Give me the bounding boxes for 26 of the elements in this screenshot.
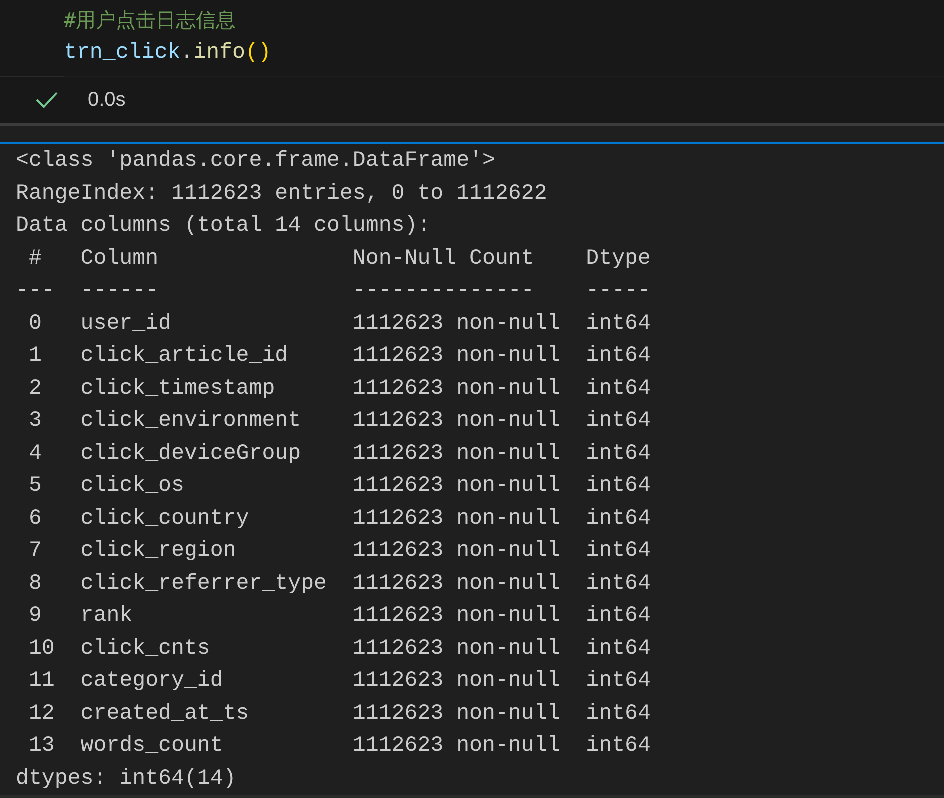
output-line: dtypes: int64(14) bbox=[16, 766, 236, 792]
brackets: () bbox=[245, 40, 272, 67]
output-line: 0 user_id 1112623 non-null int64 bbox=[28, 310, 651, 338]
output-line: 10 click_cnts 1112623 non-null int64 bbox=[28, 636, 651, 662]
dot-operator: . bbox=[180, 40, 194, 67]
output-line: 9 rank 1112623 non-null int64 bbox=[28, 603, 651, 630]
output-line: 13 words_count 1112623 non-null int64 bbox=[28, 733, 651, 760]
variable-name: trn_click bbox=[64, 40, 181, 67]
output-line: 3 click_environment 1112623 non-null int64 bbox=[28, 408, 651, 435]
function-name: info bbox=[194, 40, 246, 67]
output-line: 5 click_os 1112623 non-null int64 bbox=[28, 473, 651, 500]
output-line: # Column Non-Null Count Dtype bbox=[28, 246, 651, 272]
output-line: 7 click_region 1112623 non-null int64 bbox=[28, 538, 651, 565]
output-line: 11 category_id 1112623 non-null int64 bbox=[28, 668, 651, 695]
execution-time: 0.0s bbox=[88, 88, 126, 113]
output-line: 1 click_article_id 1112623 non-null int64 bbox=[28, 343, 651, 370]
output-line: --- ------ -------------- ----- bbox=[16, 278, 651, 305]
code-comment: #用户点击日志信息 bbox=[64, 7, 236, 34]
output-line: <class 'pandas.core.frame.DataFrame'> bbox=[16, 148, 496, 175]
output-line: 6 click_country 1112623 non-null int64 bbox=[28, 506, 651, 532]
output-line: 2 click_timestamp 1112623 non-null int64 bbox=[28, 376, 651, 402]
output-line: Data columns (total 14 columns): bbox=[16, 213, 431, 240]
output-line: 12 created_at_ts 1112623 non-null int64 bbox=[28, 700, 651, 728]
output-line: 8 click_referrer_type 1112623 non-null int64 bbox=[28, 570, 651, 598]
output-line: 4 click_deviceGroup 1112623 non-null int64 bbox=[28, 440, 651, 468]
output-line: RangeIndex: 1112623 entries, 0 to 1112622 bbox=[16, 180, 548, 208]
